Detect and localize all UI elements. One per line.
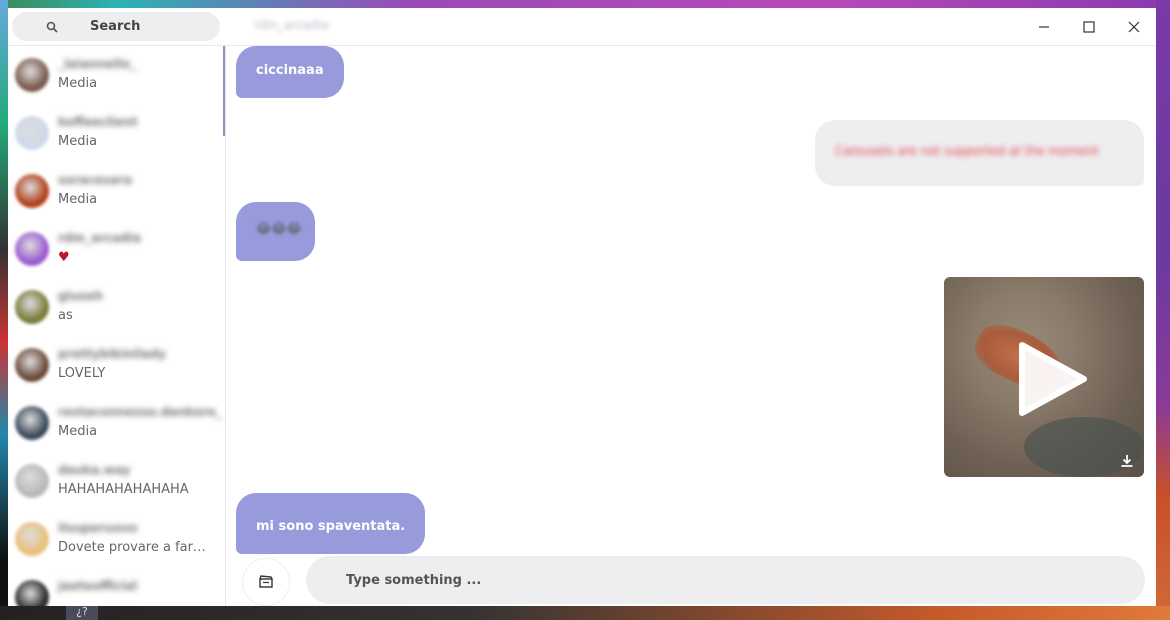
conversation-name: prettybikinilady (58, 347, 167, 361)
desktop-background (0, 0, 1170, 8)
maximize-button[interactable] (1078, 16, 1100, 38)
carousel-unsupported-text: Carousels are not supported at the momen… (835, 144, 1099, 158)
video-message[interactable] (944, 277, 1144, 477)
conversation-item[interactable]: jaeteofficial (8, 568, 223, 606)
play-icon[interactable] (1012, 339, 1092, 419)
message-thread[interactable]: ciccinaaa Carousels are not supported at… (226, 46, 1156, 556)
message-outgoing: Carousels are not supported at the momen… (815, 120, 1144, 186)
message-text: ciccinaaa (256, 63, 324, 78)
conversation-preview: Dovete provare a fare un... (58, 540, 213, 555)
desktop-background-left (0, 0, 8, 620)
conversation-name: soracesara (58, 173, 132, 187)
conversation-name: koffeeclient (58, 115, 138, 129)
conversation-preview: Media (58, 134, 98, 149)
composer-bar (226, 556, 1156, 606)
sidebar-scrollbar[interactable] (223, 46, 225, 136)
minimize-icon (1039, 26, 1049, 28)
message-incoming: mi sono spaventata. (236, 493, 426, 554)
desktop-background-bottom (0, 606, 1170, 620)
conversation-name: ilsuperuovo (58, 521, 138, 535)
conversation-item[interactable]: restaconnesso.dankore_ Media (8, 394, 223, 452)
avatar (15, 348, 49, 382)
download-icon[interactable] (1119, 453, 1135, 469)
avatar (15, 290, 49, 324)
conversation-item[interactable]: giuseh as (8, 278, 223, 336)
conversation-item[interactable]: ilsuperuovo Dovete provare a fare un... (8, 510, 223, 568)
message-incoming: 😂😂😂 (236, 202, 315, 261)
conversation-item[interactable]: koffeeclient Media (8, 104, 223, 162)
search-label: Search (90, 19, 141, 34)
conversation-preview: as (58, 308, 73, 323)
app-window: Search rdm_arcadia _laiannello_ Media koff… (8, 8, 1156, 606)
avatar (15, 522, 49, 556)
close-button[interactable] (1123, 16, 1145, 38)
conversation-item[interactable]: prettybikinilady LOVELY (8, 336, 223, 394)
conversation-preview: Media (58, 192, 98, 207)
minimize-button[interactable] (1033, 16, 1055, 38)
message-input[interactable] (306, 556, 1145, 604)
conversation-name: _laiannello_ (58, 57, 137, 71)
conversation-preview: HAHAHAHAHAHAHA (58, 482, 189, 497)
conversation-item[interactable]: rdm_arcadia ♥ (8, 220, 223, 278)
avatar (15, 580, 49, 606)
conversation-item[interactable]: dauka.way HAHAHAHAHAHAHA (8, 452, 223, 510)
avatar (15, 406, 49, 440)
conversation-name: jaeteofficial (58, 579, 138, 593)
conversation-item[interactable]: _laiannello_ Media (8, 46, 223, 104)
conversation-preview: Media (58, 76, 98, 91)
conversation-item[interactable]: soracesara Media (8, 162, 223, 220)
conversation-list[interactable]: _laiannello_ Media koffeeclient Media sorace… (8, 46, 226, 606)
conversation-name: rdm_arcadia (58, 231, 142, 245)
conversation-preview: Media (58, 424, 98, 439)
conversation-preview: LOVELY (58, 366, 106, 381)
conversation-name: dauka.way (58, 463, 131, 477)
desktop-background-right (1156, 0, 1170, 620)
avatar (15, 464, 49, 498)
conversation-name: giuseh (58, 289, 104, 303)
search-box[interactable]: Search (12, 12, 220, 41)
attach-media-icon (259, 575, 273, 588)
attach-button[interactable] (242, 558, 290, 606)
avatar (15, 232, 49, 266)
close-icon (1128, 21, 1140, 33)
search-icon (46, 21, 58, 33)
conversation-preview: ♥ (58, 250, 70, 265)
message-text: 😂😂😂 (256, 222, 302, 237)
title-bar: Search rdm_arcadia (8, 8, 1156, 46)
message-text: mi sono spaventata. (256, 519, 406, 534)
avatar (15, 58, 49, 92)
avatar (15, 116, 49, 150)
message-incoming: ciccinaaa (236, 46, 344, 98)
taskbar-item[interactable]: ¿? (66, 604, 98, 620)
avatar (15, 174, 49, 208)
window-title: rdm_arcadia (254, 18, 329, 32)
maximize-icon (1083, 21, 1095, 33)
conversation-name: restaconnesso.dankore_ (58, 405, 222, 419)
